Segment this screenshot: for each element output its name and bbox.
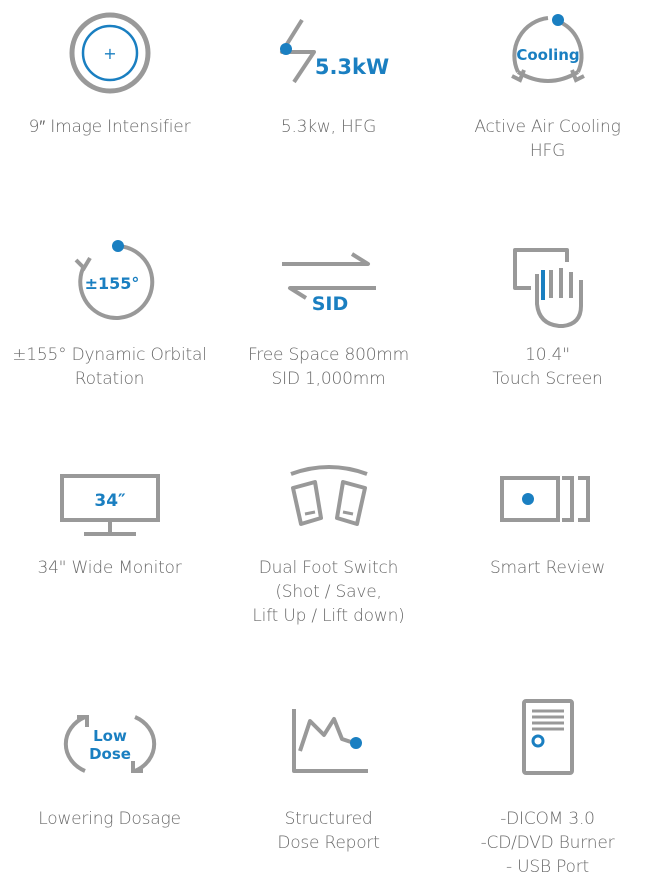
- feature-label: Structured Dose Report: [219, 807, 438, 855]
- feature-label: ±155° Dynamic Orbital Rotation: [0, 343, 219, 391]
- monitor-icon-text: 34″: [94, 491, 126, 511]
- foot-switch-icon: [279, 462, 379, 528]
- feature-label-line: ±155° Dynamic Orbital: [12, 345, 207, 365]
- feature-touch-screen: 10.4" Touch Screen: [438, 230, 657, 430]
- feature-connectivity: -DICOM 3.0 -CD/DVD Burner - USB Port: [438, 695, 657, 877]
- feature-label-line: Structured: [284, 809, 373, 829]
- feature-label-line: SID 1,000mm: [271, 369, 386, 389]
- touch-screen-icon: [503, 244, 593, 334]
- feature-power: 5.3kW 5.3kw, HFG: [219, 0, 438, 200]
- feature-foot-switch: Dual Foot Switch (Shot / Save, Lift Up /…: [219, 462, 438, 662]
- power-bolt-icon-text: 5.3kW: [314, 55, 388, 79]
- power-bolt-icon: 5.3kW: [264, 12, 394, 92]
- feature-dose-report: Structured Dose Report: [219, 695, 438, 875]
- feature-label-line: 34" Wide Monitor: [37, 558, 182, 578]
- feature-label: 9″ Image Intensifier: [0, 115, 219, 139]
- feature-label-line: Touch Screen: [492, 369, 603, 389]
- feature-label-line: Active Air Cooling: [474, 117, 621, 137]
- feature-label: Smart Review: [438, 556, 657, 580]
- feature-label-line: Dual Foot Switch: [258, 558, 399, 578]
- feature-label-line: Lift Up / Lift down): [252, 606, 405, 626]
- feature-label-line: -CD/DVD Burner: [480, 833, 615, 853]
- feature-label-line: 10.4": [525, 345, 570, 365]
- feature-label: -DICOM 3.0 -CD/DVD Burner - USB Port: [438, 807, 657, 879]
- cooling-icon: Cooling: [498, 10, 598, 96]
- feature-smart-review: Smart Review: [438, 462, 657, 662]
- feature-label-line: Dose Report: [277, 833, 380, 853]
- feature-image-intensifier: + 9″ Image Intensifier: [0, 0, 219, 200]
- low-dose-icon: Low Dose: [55, 709, 165, 779]
- sid-arrows-icon: SID: [274, 248, 384, 318]
- low-dose-icon-text-2: Dose: [89, 745, 131, 763]
- feature-label: 10.4" Touch Screen: [438, 343, 657, 391]
- feature-label-line: Free Space 800mm: [247, 345, 410, 365]
- pc-tower-icon: [518, 697, 578, 777]
- feature-cooling: Cooling Active Air Cooling HFG: [438, 0, 657, 200]
- feature-label-line: - USB Port: [505, 857, 589, 877]
- feature-label: 34" Wide Monitor: [0, 556, 219, 580]
- image-intensifier-icon: +: [67, 10, 153, 96]
- monitor-icon: 34″: [58, 470, 162, 542]
- dose-report-icon: [284, 705, 374, 777]
- feature-label: 5.3kw, HFG: [219, 115, 438, 139]
- orbital-rotation-icon: ±155°: [60, 236, 160, 322]
- smart-review-icon: [498, 474, 598, 524]
- feature-label-line: Smart Review: [489, 558, 606, 578]
- feature-orbital-rotation: ±155° ±155° Dynamic Orbital Rotation: [0, 230, 219, 430]
- feature-label-line: (Shot / Save,: [275, 582, 382, 602]
- feature-sid: SID Free Space 800mm SID 1,000mm: [219, 230, 438, 430]
- feature-label-line: 5.3kw, HFG: [280, 117, 377, 137]
- feature-label-line: 9″ Image Intensifier: [28, 117, 191, 137]
- image-intensifier-icon-text: +: [103, 44, 116, 63]
- feature-low-dose: Low Dose Lowering Dosage: [0, 695, 219, 875]
- feature-label: Lowering Dosage: [0, 807, 219, 831]
- feature-label-line: HFG: [529, 141, 566, 161]
- feature-monitor: 34″ 34" Wide Monitor: [0, 462, 219, 662]
- orbital-rotation-icon-text: ±155°: [84, 274, 139, 293]
- feature-label-line: Rotation: [74, 369, 145, 389]
- feature-label: Free Space 800mm SID 1,000mm: [219, 343, 438, 391]
- feature-label: Dual Foot Switch (Shot / Save, Lift Up /…: [219, 556, 438, 628]
- feature-label-line: Lowering Dosage: [38, 809, 181, 829]
- sid-arrows-icon-text: SID: [311, 293, 348, 315]
- feature-label-line: -DICOM 3.0: [500, 809, 595, 829]
- cooling-icon-text: Cooling: [516, 46, 579, 64]
- feature-label: Active Air Cooling HFG: [438, 115, 657, 163]
- low-dose-icon-text-1: Low: [93, 727, 127, 745]
